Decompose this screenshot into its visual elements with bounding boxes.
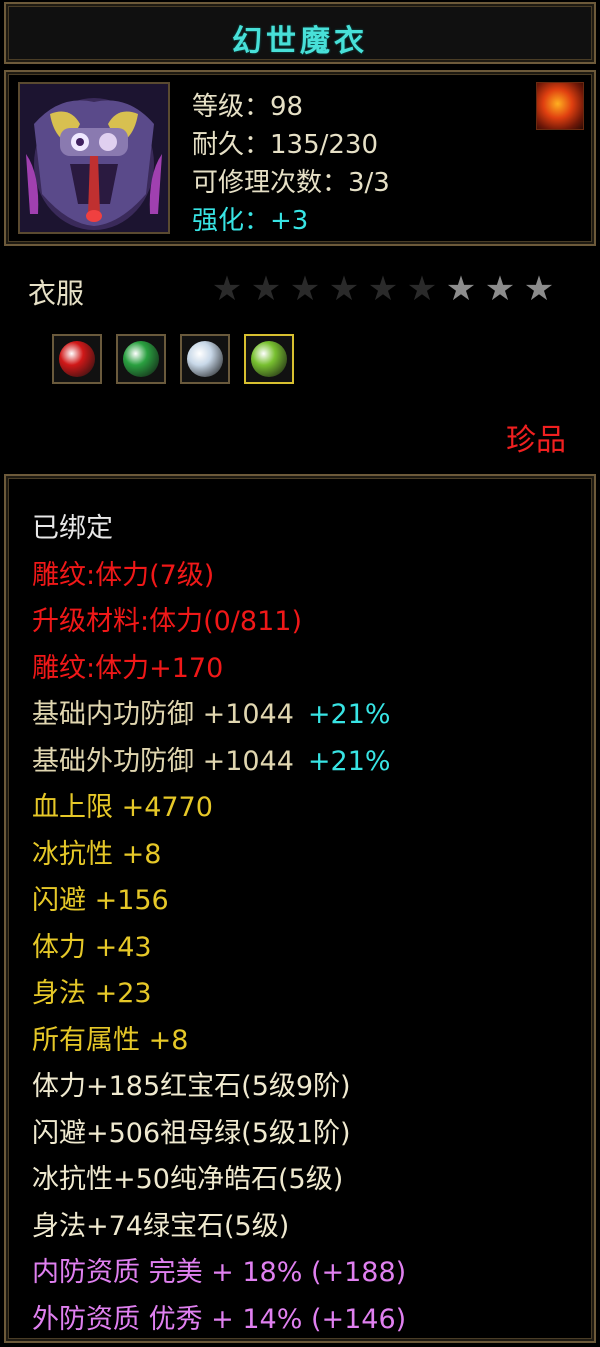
attribute-line: 基础内功防御 +1044 +21%	[32, 692, 406, 739]
gem-socket[interactable]	[180, 334, 230, 384]
attribute-text: 基础外功防御 +1044	[32, 745, 294, 777]
item-type: 衣服	[28, 277, 85, 310]
attribute-line: 体力 +43	[32, 925, 406, 972]
attribute-line: 身法+74绿宝石(5级)	[32, 1204, 406, 1251]
star-icon: ★	[367, 269, 399, 309]
green-gem-icon	[251, 341, 287, 377]
attribute-line: 外防资质 优秀 + 14% (+146)	[32, 1297, 406, 1344]
attribute-text: 已绑定	[32, 513, 113, 544]
attribute-line: 雕纹:体力+170	[32, 646, 406, 693]
gem-socket[interactable]	[116, 334, 166, 384]
item-portrait	[18, 82, 170, 234]
attribute-line: 身法 +23	[32, 971, 406, 1018]
attribute-text: 冰抗性+50纯净皓石(5级)	[32, 1164, 344, 1195]
star-rating: ★ ★ ★ ★ ★ ★ ★ ★ ★	[208, 270, 558, 308]
attribute-text: 闪避+506祖母绿(5级1阶)	[32, 1117, 351, 1149]
attribute-bonus-percent: +21%	[307, 699, 391, 730]
attribute-line: 体力+185红宝石(5级9阶)	[32, 1064, 406, 1111]
gem-socket[interactable]	[244, 334, 294, 384]
title-bar: 幻世魔衣	[4, 2, 596, 64]
item-durability: 耐久：135/230	[192, 130, 379, 160]
diamond-gem-icon	[187, 341, 223, 377]
item-rarity: 珍品	[506, 423, 566, 458]
attribute-text: 血上限 +4770	[32, 792, 213, 823]
item-info-panel: 等级：98 耐久：135/230 可修理次数：3/3 强化：+3	[4, 70, 596, 246]
attribute-line: 闪避+506祖母绿(5级1阶)	[32, 1111, 406, 1158]
attribute-line: 雕纹:体力(7级)	[32, 553, 406, 600]
attribute-line: 升级材料:体力(0/811)	[32, 599, 406, 646]
attribute-text: 雕纹:体力(7级)	[32, 559, 215, 591]
star-icon: ★	[523, 269, 555, 309]
attribute-panel: 已绑定雕纹:体力(7级) 升级材料:体力(0/811) 雕纹:体力+170 基础内功防…	[4, 474, 596, 1343]
gem-sockets	[52, 334, 294, 384]
attribute-text: 外防资质 优秀 + 14% (+146)	[32, 1303, 407, 1335]
star-icon: ★	[289, 269, 321, 309]
attribute-line: 血上限 +4770	[32, 785, 406, 832]
attribute-text: 体力 +43	[32, 931, 152, 963]
star-icon: ★	[484, 269, 516, 309]
red-gem-icon	[59, 341, 95, 377]
attribute-line: 已绑定	[32, 506, 406, 553]
attribute-line: 内防资质 完美 + 18% (+188)	[32, 1250, 406, 1297]
fire-rune-icon	[536, 82, 584, 130]
attribute-text: 基础内功防御 +1044	[32, 699, 294, 730]
attribute-text: 身法+74绿宝石(5级)	[32, 1210, 290, 1242]
attribute-list: 已绑定雕纹:体力(7级) 升级材料:体力(0/811) 雕纹:体力+170 基础内功防…	[32, 506, 406, 1343]
attribute-text: 雕纹:体力+170	[32, 652, 224, 684]
item-enhance: 强化：+3	[192, 206, 309, 236]
attribute-text: 身法 +23	[32, 978, 152, 1009]
gem-socket[interactable]	[52, 334, 102, 384]
star-icon: ★	[328, 269, 360, 309]
star-icon: ★	[211, 269, 243, 309]
attribute-line: 所有属性 +8	[32, 1018, 406, 1065]
attribute-line: 闪避 +156	[32, 878, 406, 925]
item-repair-count: 可修理次数：3/3	[192, 168, 390, 198]
attribute-text: 升级材料:体力(0/811)	[32, 606, 302, 637]
item-level: 等级：98	[192, 92, 304, 122]
attribute-line: 冰抗性+50纯净皓石(5级)	[32, 1157, 406, 1204]
attribute-text: 冰抗性 +8	[32, 838, 162, 870]
emerald-gem-icon	[123, 341, 159, 377]
attribute-text: 闪避 +156	[32, 885, 169, 916]
attribute-line: 冰抗性 +8	[32, 832, 406, 879]
star-icon: ★	[250, 269, 282, 309]
attribute-text: 所有属性 +8	[32, 1024, 189, 1056]
item-name: 幻世魔衣	[232, 24, 368, 59]
star-icon: ★	[445, 269, 477, 309]
attribute-bonus-percent: +21%	[307, 745, 391, 777]
star-icon: ★	[406, 269, 438, 309]
attribute-text: 内防资质 完美 + 18% (+188)	[32, 1257, 407, 1288]
attribute-text: 体力+185红宝石(5级9阶)	[32, 1071, 351, 1102]
armor-icon	[20, 84, 168, 232]
attribute-line: 基础外功防御 +1044 +21%	[32, 739, 406, 786]
